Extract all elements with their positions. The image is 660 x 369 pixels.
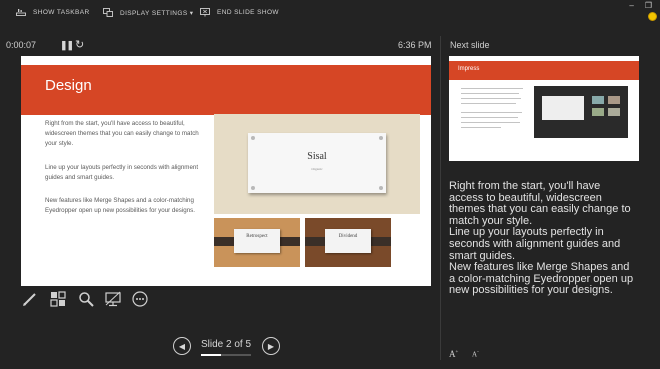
- slide-counter[interactable]: Slide 2 of 5: [201, 339, 251, 350]
- screenshot-thumb: [592, 96, 604, 104]
- show-taskbar-label: SHOW TASKBAR: [33, 8, 90, 16]
- slide-progress-fill: [201, 354, 221, 356]
- next-slide-title: Impress: [458, 66, 480, 72]
- pause-icon[interactable]: ❚❚: [60, 40, 74, 51]
- slide-paragraph: New features like Merge Shapes and a col…: [45, 197, 195, 215]
- next-slide-text-line: [461, 98, 521, 99]
- next-slide-text-line: [461, 117, 518, 118]
- presenter-tools: [22, 291, 162, 309]
- slide-title: Design: [45, 77, 92, 94]
- more-options-icon[interactable]: [132, 291, 148, 307]
- slide-progress-bar: [201, 354, 251, 356]
- theme-card: Sisal Organic: [248, 133, 386, 193]
- speaker-notes[interactable]: Right from the start, you'll have access…: [449, 180, 634, 297]
- next-slide-icon[interactable]: ▶: [262, 337, 280, 355]
- display-settings-button[interactable]: DISPLAY SETTINGS ▾: [103, 8, 193, 17]
- increase-font-button[interactable]: A+: [449, 349, 458, 359]
- notes-paragraph: Right from the start, you'll have access…: [449, 180, 631, 227]
- current-time: 6:36 PM: [398, 40, 432, 50]
- next-slide-text-line: [461, 103, 516, 104]
- theme-preview-sisal: Sisal Organic: [214, 114, 420, 214]
- show-taskbar-button[interactable]: SHOW TASKBAR: [16, 8, 90, 16]
- slide-paragraph: Right from the start, you'll have access…: [45, 120, 199, 148]
- next-slide-preview[interactable]: Impress: [449, 56, 639, 161]
- screenshot-thumb: [592, 108, 604, 116]
- zoom-icon[interactable]: [78, 291, 94, 307]
- pen-icon[interactable]: [22, 291, 38, 307]
- theme-card: Dividend: [325, 229, 371, 253]
- end-show-icon: [200, 8, 210, 17]
- smiley-icon[interactable]: [648, 12, 657, 21]
- theme-card-subtitle: Organic: [311, 167, 323, 171]
- notes-paragraph: New features like Merge Shapes and a col…: [449, 261, 634, 297]
- theme-preview-retrospect: Retrospect: [214, 218, 300, 267]
- current-slide[interactable]: Design Right from the start, you'll have…: [21, 56, 431, 286]
- next-slide-text-line: [461, 122, 520, 123]
- next-slide-screenshot: [534, 86, 628, 138]
- all-slides-icon[interactable]: [50, 291, 66, 307]
- pin-icon: [379, 186, 383, 190]
- theme-card-title: Sisal: [307, 151, 327, 162]
- theme-preview-dividend: Dividend: [305, 218, 391, 267]
- display-settings-icon: [103, 8, 113, 17]
- pin-icon: [251, 186, 255, 190]
- presenter-toolbar: SHOW TASKBAR DISPLAY SETTINGS ▾ END SLID…: [0, 0, 660, 24]
- next-slide-text-line: [461, 88, 523, 89]
- slide-paragraph: Line up your layouts perfectly in second…: [45, 164, 199, 182]
- next-slide-label: Next slide: [450, 40, 490, 50]
- theme-card-title: Dividend: [338, 234, 358, 239]
- end-slide-show-label: END SLIDE SHOW: [217, 9, 279, 16]
- restore-button[interactable]: ❐: [645, 1, 652, 10]
- display-settings-label: DISPLAY SETTINGS ▾: [120, 9, 194, 17]
- notes-paragraph: Line up your layouts perfectly in second…: [449, 226, 621, 262]
- next-slide-text-line: [461, 112, 522, 113]
- restart-icon[interactable]: ↻: [75, 38, 84, 51]
- pane-divider[interactable]: [440, 36, 441, 360]
- pin-icon: [379, 136, 383, 140]
- theme-card-title: Retrospect: [246, 234, 268, 239]
- black-screen-icon[interactable]: [105, 291, 121, 307]
- end-slide-show-button[interactable]: END SLIDE SHOW: [200, 8, 279, 17]
- screenshot-thumb: [608, 108, 620, 116]
- next-slide-text-line: [461, 127, 501, 128]
- window-controls: – ❐: [629, 1, 652, 10]
- presenter-view: SHOW TASKBAR DISPLAY SETTINGS ▾ END SLID…: [0, 0, 660, 369]
- screenshot-thumb: [608, 96, 620, 104]
- theme-card: Retrospect: [234, 229, 280, 253]
- minimize-button[interactable]: –: [629, 1, 633, 10]
- prev-slide-icon[interactable]: ◀: [173, 337, 191, 355]
- next-slide-text-line: [461, 93, 519, 94]
- elapsed-timer: 0:00:07: [6, 40, 37, 50]
- screenshot-window: [542, 96, 584, 120]
- taskbar-icon: [16, 9, 26, 16]
- pin-icon: [251, 136, 255, 140]
- decrease-font-button[interactable]: A-: [472, 350, 479, 358]
